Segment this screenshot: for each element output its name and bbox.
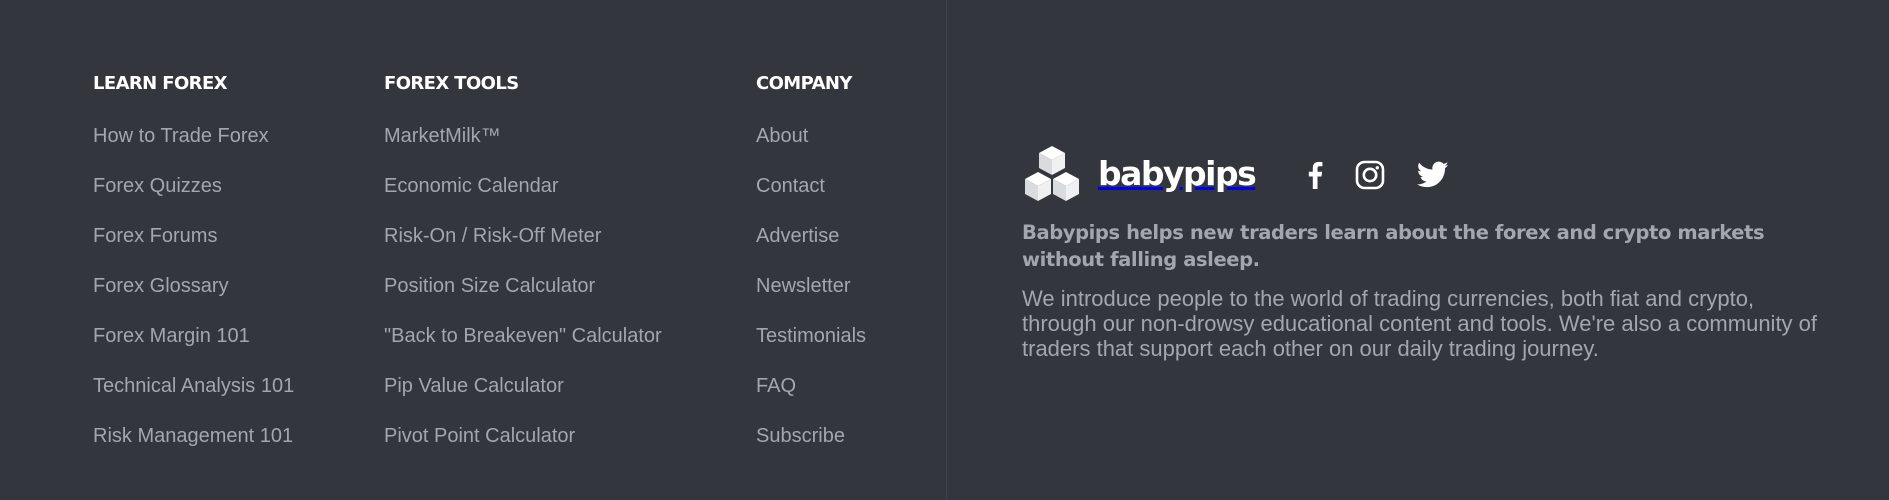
learn-forex-links: How to Trade Forex Forex Quizzes Forex F… — [93, 123, 294, 473]
twitter-icon[interactable] — [1417, 161, 1449, 189]
link-newsletter[interactable]: Newsletter — [756, 273, 850, 299]
instagram-icon[interactable] — [1355, 160, 1385, 190]
link-position-size-calculator[interactable]: Position Size Calculator — [384, 273, 595, 299]
learn-forex-column: LEARN FOREX How to Trade Forex Forex Qui… — [93, 72, 294, 473]
link-risk-management-101[interactable]: Risk Management 101 — [93, 423, 293, 449]
link-testimonials[interactable]: Testimonials — [756, 323, 866, 349]
link-about[interactable]: About — [756, 123, 808, 149]
link-economic-calendar[interactable]: Economic Calendar — [384, 173, 559, 199]
facebook-icon[interactable] — [1307, 161, 1323, 189]
site-footer: LEARN FOREX How to Trade Forex Forex Qui… — [0, 0, 1889, 500]
forex-tools-heading: FOREX TOOLS — [384, 73, 519, 94]
column-divider — [946, 0, 947, 500]
brand-section: babypips Babypips helps new traders lear… — [1022, 145, 1817, 361]
link-subscribe[interactable]: Subscribe — [756, 423, 845, 449]
link-forex-margin-101[interactable]: Forex Margin 101 — [93, 323, 250, 349]
link-forex-forums[interactable]: Forex Forums — [93, 223, 217, 249]
link-forex-quizzes[interactable]: Forex Quizzes — [93, 173, 222, 199]
link-marketmilk[interactable]: MarketMilk™ — [384, 123, 501, 149]
link-advertise[interactable]: Advertise — [756, 223, 839, 249]
logo-wordmark: babypips — [1098, 153, 1257, 193]
link-how-to-trade-forex[interactable]: How to Trade Forex — [93, 123, 269, 149]
link-pip-value-calculator[interactable]: Pip Value Calculator — [384, 373, 564, 399]
company-column: COMPANY About Contact Advertise Newslett… — [756, 72, 866, 473]
company-heading: COMPANY — [756, 73, 852, 94]
link-faq[interactable]: FAQ — [756, 373, 796, 399]
brand-row: babypips — [1022, 145, 1802, 205]
link-back-to-breakeven-calculator[interactable]: "Back to Breakeven" Calculator — [384, 323, 662, 349]
link-contact[interactable]: Contact — [756, 173, 825, 199]
brand-description: We introduce people to the world of trad… — [1022, 286, 1818, 361]
learn-forex-heading: LEARN FOREX — [93, 73, 228, 94]
social-links — [1307, 160, 1481, 190]
babypips-logo[interactable]: babypips — [1022, 145, 1257, 205]
company-links: About Contact Advertise Newsletter Testi… — [756, 123, 866, 473]
link-pivot-point-calculator[interactable]: Pivot Point Calculator — [384, 423, 575, 449]
forex-tools-column: FOREX TOOLS MarketMilk™ Economic Calenda… — [384, 72, 662, 473]
brand-tagline: Babypips helps new traders learn about t… — [1022, 221, 1765, 271]
stacked-cubes-icon — [1022, 145, 1082, 205]
forex-tools-links: MarketMilk™ Economic Calendar Risk-On / … — [384, 123, 662, 473]
link-technical-analysis-101[interactable]: Technical Analysis 101 — [93, 373, 294, 399]
link-forex-glossary[interactable]: Forex Glossary — [93, 273, 229, 299]
link-risk-on-risk-off-meter[interactable]: Risk-On / Risk-Off Meter — [384, 223, 601, 249]
